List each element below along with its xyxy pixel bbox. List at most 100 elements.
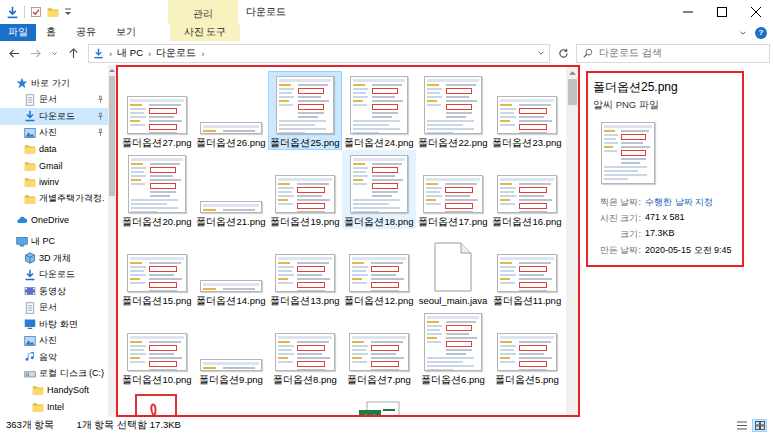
file-name: 폴더옵션15.png	[122, 295, 191, 307]
file-item[interactable]: 폴더옵션7.png	[342, 308, 416, 387]
file-item[interactable]: seoul_main.java	[416, 229, 490, 308]
file-item[interactable]	[342, 387, 416, 415]
property-value: 2020-05-15 오전 9:45	[645, 244, 737, 257]
property-label: 크기:	[593, 228, 641, 241]
navigation-item[interactable]: Gmail	[0, 158, 108, 175]
property-value[interactable]: 수행한 날짜 지정	[645, 196, 737, 209]
thumbnail-image	[200, 201, 262, 213]
pin-icon[interactable]	[96, 128, 105, 137]
navigation-item[interactable]: 문서	[0, 92, 108, 109]
file-item[interactable]: 폴더옵션10.png	[120, 308, 194, 387]
file-item[interactable]: 폴더옵션19.png	[268, 150, 342, 229]
ribbon-tab[interactable]: 홈	[36, 24, 66, 41]
file-item[interactable]	[490, 387, 564, 415]
navigation-scrollbar[interactable]	[108, 65, 116, 417]
forward-arrow-icon[interactable]	[30, 48, 41, 59]
new-folder-icon[interactable]	[47, 6, 59, 18]
file-item[interactable]: 폴더옵션15.png	[120, 229, 194, 308]
scroll-up-icon[interactable]	[109, 67, 115, 73]
file-item[interactable]	[268, 387, 342, 415]
file-item[interactable]: 폴더옵션24.png	[342, 71, 416, 150]
breadcrumb-separator[interactable]: ›	[201, 48, 204, 59]
minimize-button[interactable]	[671, 0, 705, 24]
navigation-item[interactable]: 내 PC	[0, 234, 108, 251]
file-item[interactable]: 폴더옵션9.png	[194, 308, 268, 387]
file-item[interactable]: 폴더옵션21.png	[194, 150, 268, 229]
file-item[interactable]: 폴더옵션18.png	[342, 150, 416, 229]
up-arrow-icon[interactable]	[68, 48, 79, 59]
file-item[interactable]: 폴더옵션25.png	[268, 71, 342, 150]
navigation-item[interactable]: 문서	[0, 300, 108, 317]
close-button[interactable]	[739, 0, 773, 24]
breadcrumb-separator[interactable]: ›	[109, 48, 112, 59]
view-button[interactable]	[734, 419, 749, 432]
address-history-icon[interactable]	[537, 49, 545, 57]
navigation-item[interactable]: 로컬 디스크 (C:)	[0, 366, 108, 383]
pin-icon[interactable]	[96, 95, 105, 104]
download-icon	[24, 269, 36, 281]
breadcrumb[interactable]: 다운로드	[156, 47, 196, 60]
file-item[interactable]: 폴더옵션14.png	[194, 229, 268, 308]
file-item[interactable]	[416, 387, 490, 415]
view-button[interactable]	[752, 419, 767, 432]
navigation-item[interactable]: 다운로드	[0, 267, 108, 284]
file-item[interactable]: 폴더옵션6.png	[416, 308, 490, 387]
navigation-item[interactable]: 사진	[0, 333, 108, 350]
file-item[interactable]	[120, 387, 194, 415]
search-box[interactable]: 다운로드 검색	[576, 44, 770, 63]
file-item[interactable]: 폴더옵션17.png	[416, 150, 490, 229]
thumbnail-image	[601, 122, 655, 184]
pdf-icon	[135, 394, 179, 415]
navigation-item[interactable]: 바로 가기	[0, 75, 108, 92]
pin-icon[interactable]	[96, 112, 105, 121]
navigation-item[interactable]: Intel	[0, 399, 108, 416]
file-item[interactable]: 폴더옵션20.png	[120, 150, 194, 229]
navigation-item[interactable]: data	[0, 141, 108, 158]
details-file-name: 폴더옵션25.png	[593, 79, 737, 96]
refresh-icon	[558, 48, 569, 59]
back-arrow-icon[interactable]	[9, 48, 20, 59]
navigation-item[interactable]: 개별주택가격정.	[0, 191, 108, 208]
file-item[interactable]: 폴더옵션8.png	[268, 308, 342, 387]
navigation-item[interactable]: 사진	[0, 125, 108, 142]
address-bar[interactable]: › 내 PC › 다운로드 ›	[88, 44, 550, 63]
thumbnail-image	[127, 254, 187, 292]
ribbon-tab[interactable]: 공유	[66, 24, 106, 41]
navigation-item[interactable]: 바탕 화면	[0, 316, 108, 333]
maximize-button[interactable]	[705, 0, 739, 24]
recent-locations-icon[interactable]	[51, 50, 58, 57]
minimize-icon	[683, 7, 693, 17]
ribbon-tab[interactable]: 사진 도구	[170, 24, 240, 41]
navigation-item[interactable]: 음악	[0, 349, 108, 366]
help-button[interactable]: ?	[755, 27, 767, 39]
ribbon-tab[interactable]: 보기	[106, 24, 146, 41]
navigation-item[interactable]: OneDrive	[0, 212, 108, 229]
navigation-item[interactable]: iwinv	[0, 174, 108, 191]
ribbon-tab[interactable]: 파일	[0, 24, 36, 41]
navigation-item[interactable]: 다운로드	[0, 108, 108, 125]
expand-ribbon-icon[interactable]	[739, 29, 747, 37]
navigation-item[interactable]: 동영상	[0, 283, 108, 300]
breadcrumb-separator[interactable]: ›	[148, 48, 151, 59]
navigation-item[interactable]: 3D 개체	[0, 250, 108, 267]
scroll-thumb[interactable]	[568, 79, 577, 105]
file-item[interactable]: 폴더옵션26.png	[194, 71, 268, 150]
file-item[interactable]: 폴더옵션27.png	[120, 71, 194, 150]
file-item[interactable]: 폴더옵션16.png	[490, 150, 564, 229]
file-item[interactable]	[194, 387, 268, 415]
file-item[interactable]: 폴더옵션13.png	[268, 229, 342, 308]
thumbnail-image	[350, 76, 408, 134]
navigation-item[interactable]: HandySoft	[0, 382, 108, 399]
file-item[interactable]: 폴더옵션12.png	[342, 229, 416, 308]
scroll-up-icon[interactable]	[569, 69, 576, 76]
refresh-button[interactable]	[554, 44, 572, 63]
file-item[interactable]: 폴더옵션11.png	[490, 229, 564, 308]
file-item[interactable]: 폴더옵션23.png	[490, 71, 564, 150]
file-item[interactable]: 폴더옵션5.png	[490, 308, 564, 387]
customize-dropdown-icon[interactable]	[64, 7, 72, 17]
scroll-thumb[interactable]	[109, 76, 115, 196]
file-list-scrollbar[interactable]	[566, 67, 578, 415]
breadcrumb[interactable]: 내 PC	[117, 47, 143, 60]
properties-icon[interactable]	[30, 6, 42, 18]
file-item[interactable]: 폴더옵션22.png	[416, 71, 490, 150]
